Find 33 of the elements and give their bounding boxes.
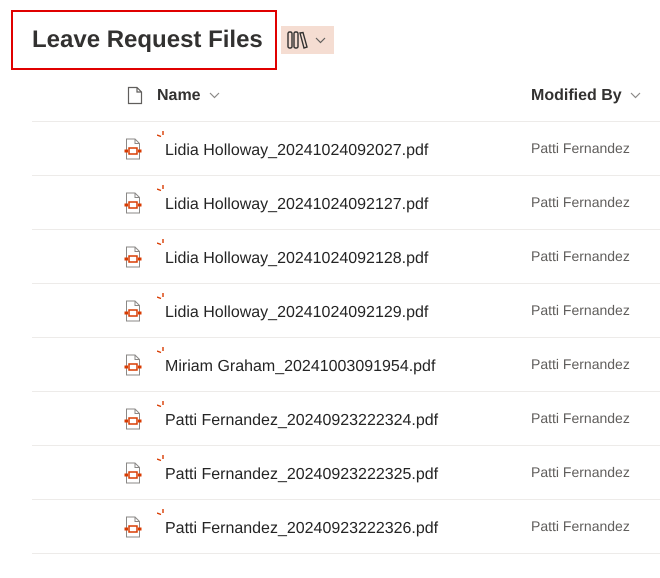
chevron-down-icon — [314, 36, 326, 44]
pdf-file-icon — [123, 246, 143, 268]
file-type-icon — [127, 86, 143, 105]
pdf-file-icon — [123, 516, 143, 538]
chevron-down-icon — [208, 92, 220, 99]
modified-by-text: Patti Fernandez — [531, 194, 630, 210]
file-name-link[interactable]: Lidia Holloway_20241024092129.pdf — [165, 300, 428, 324]
file-name-link[interactable]: Miriam Graham_20241003091954.pdf — [165, 354, 436, 378]
page-title: Leave Request Files — [32, 26, 263, 54]
file-name-link[interactable]: Patti Fernandez_20240923222325.pdf — [165, 462, 438, 486]
column-header[interactable]: Name — [157, 84, 220, 108]
pdf-file-icon — [123, 462, 143, 484]
file-name-link[interactable]: Lidia Holloway_20241024092128.pdf — [165, 246, 428, 270]
pdf-file-icon — [123, 192, 143, 214]
modified-by-text: Patti Fernandez — [531, 464, 630, 480]
modified-by-text: Patti Fernandez — [531, 140, 630, 156]
file-name-link[interactable]: Patti Fernandez_20240923222324.pdf — [165, 408, 438, 432]
pdf-file-icon — [123, 408, 143, 430]
view-options-button[interactable] — [280, 26, 334, 54]
pdf-file-icon — [123, 300, 143, 322]
modified-by-text: Patti Fernandez — [531, 248, 630, 264]
modified-by-text: Patti Fernandez — [531, 518, 630, 534]
modified-by-text: Patti Fernandez — [531, 410, 630, 426]
modified-by-text: Patti Fernandez — [531, 302, 630, 318]
pdf-file-icon — [123, 354, 143, 376]
column-header[interactable]: Modified By — [531, 84, 641, 108]
chevron-down-icon — [630, 92, 641, 99]
file-name-link[interactable]: Patti Fernandez_20240923222326.pdf — [165, 516, 438, 540]
pdf-file-icon — [123, 138, 143, 160]
modified-by-text: Patti Fernandez — [531, 356, 630, 372]
library-icon — [286, 30, 309, 50]
file-name-link[interactable]: Lidia Holloway_20241024092027.pdf — [165, 138, 428, 162]
file-name-link[interactable]: Lidia Holloway_20241024092127.pdf — [165, 192, 428, 216]
